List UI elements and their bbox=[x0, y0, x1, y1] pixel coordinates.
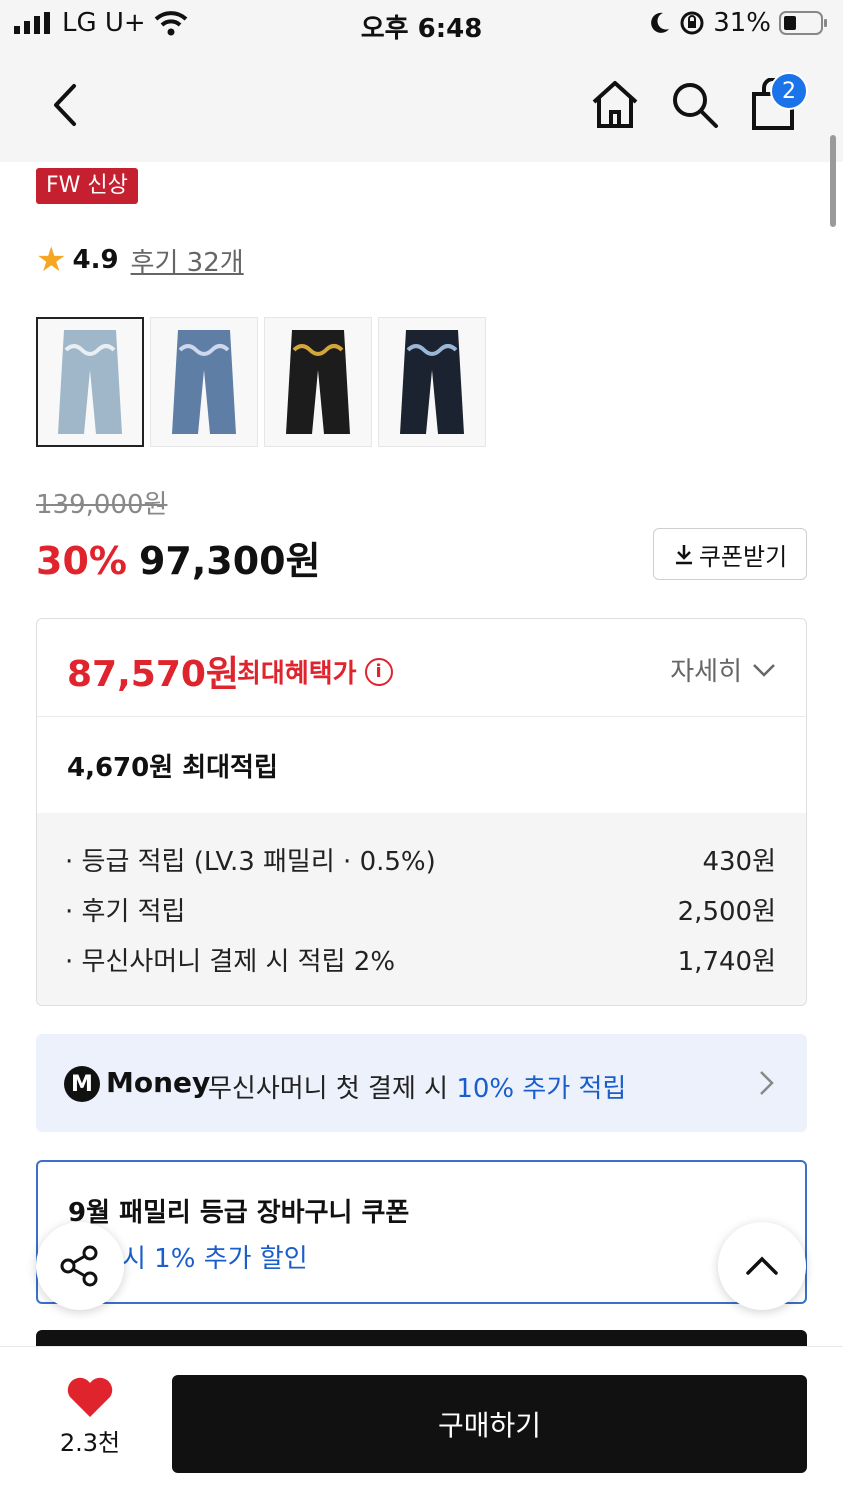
color-option-black-gold[interactable] bbox=[264, 317, 372, 447]
color-option-mid-wash[interactable] bbox=[150, 317, 258, 447]
point-item-label: · 후기 적립 bbox=[65, 897, 186, 927]
back-arrow-icon[interactable] bbox=[44, 80, 88, 130]
coupon-subtitle: 시 1% 추가 할인 bbox=[122, 1244, 308, 1274]
star-icon: ★ bbox=[36, 240, 67, 280]
status-right: 31% bbox=[649, 8, 829, 38]
sale-price-row: 30% 97,300원 bbox=[36, 530, 321, 585]
sale-price: 97,300원 bbox=[138, 539, 321, 583]
battery-icon bbox=[779, 11, 827, 35]
status-bar: LG U+ 오후 6:48 31% bbox=[0, 0, 843, 50]
info-icon[interactable]: i bbox=[364, 657, 393, 686]
coupon-download-label: 쿠폰받기 bbox=[698, 542, 788, 571]
rotation-lock-icon bbox=[680, 11, 704, 35]
point-item-label: · 무신사머니 결제 시 적립 2% bbox=[65, 947, 396, 977]
max-points: 4,670원 최대적립 bbox=[67, 753, 278, 783]
download-icon bbox=[675, 545, 692, 565]
money-brand-name: Money bbox=[106, 1066, 211, 1099]
detail-toggle-label: 자세히 bbox=[670, 657, 742, 687]
share-icon bbox=[60, 1245, 98, 1287]
max-benefit-label: 최대혜택가 bbox=[237, 659, 357, 689]
coupon-download-button[interactable]: 쿠폰받기 bbox=[653, 528, 807, 580]
discount-rate: 30% bbox=[36, 539, 127, 583]
battery-percent: 31% bbox=[713, 8, 771, 38]
chevron-right-icon bbox=[760, 1071, 774, 1095]
musinsa-money-banner[interactable]: M Money 무신사머니 첫 결제 시 10% 추가 적립 bbox=[36, 1034, 807, 1132]
home-icon[interactable] bbox=[588, 78, 642, 132]
jeans-thumbnail-icon bbox=[286, 330, 350, 434]
bottom-action-bar: 2.3천 구매하기 bbox=[0, 1346, 843, 1500]
like-count: 2.3천 bbox=[59, 1429, 121, 1457]
nav-bar bbox=[0, 50, 843, 162]
rating-score: 4.9 bbox=[72, 245, 119, 275]
buy-button[interactable]: 구매하기 bbox=[172, 1375, 807, 1473]
rating-row: ★ 4.9 후기 32개 bbox=[36, 240, 244, 280]
family-coupon-card[interactable]: 9월 패밀리 등급 장바구니 쿠폰 시 1% 추가 할인 bbox=[36, 1160, 807, 1304]
point-item-label: · 등급 적립 (LV.3 패밀리 · 0.5%) bbox=[65, 847, 436, 877]
color-option-navy[interactable] bbox=[378, 317, 486, 447]
max-points-row: 4,670원 최대적립 bbox=[37, 717, 806, 813]
new-season-badge: FW 신상 bbox=[36, 168, 138, 204]
cart-count-badge: 2 bbox=[770, 72, 808, 110]
coupon-title: 9월 패밀리 등급 장바구니 쿠폰 bbox=[68, 1198, 410, 1228]
jeans-thumbnail-icon bbox=[400, 330, 464, 434]
money-logo-icon: M bbox=[64, 1066, 100, 1102]
search-icon[interactable] bbox=[668, 78, 722, 132]
max-benefit-label-wrap: 최대혜택가 i bbox=[237, 653, 393, 690]
chevron-up-icon bbox=[746, 1256, 778, 1275]
point-item-value: 2,500원 bbox=[677, 897, 776, 927]
jeans-thumbnail-icon bbox=[58, 330, 122, 434]
moon-icon bbox=[651, 12, 670, 33]
color-option-light-wash[interactable] bbox=[36, 317, 144, 447]
money-promo-highlight: 10% 추가 적립 bbox=[456, 1074, 627, 1104]
benefit-box: 87,570원 최대혜택가 i 자세히 4,670원 최대적립 · 등급 적립 … bbox=[36, 618, 807, 1006]
jeans-thumbnail-icon bbox=[172, 330, 236, 434]
chevron-down-icon bbox=[753, 663, 775, 677]
scroll-top-button[interactable] bbox=[718, 1222, 806, 1310]
detail-toggle[interactable]: 자세히 bbox=[670, 651, 776, 688]
scrollbar[interactable] bbox=[830, 135, 836, 227]
max-benefit-price: 87,570원 bbox=[67, 654, 240, 695]
point-item-value: 430원 bbox=[702, 847, 776, 877]
color-options bbox=[36, 317, 486, 447]
original-price: 139,000원 bbox=[36, 490, 168, 520]
money-promo-prefix: 무신사머니 첫 결제 시 bbox=[208, 1074, 457, 1104]
like-button[interactable]: 2.3천 bbox=[40, 1377, 140, 1477]
point-item-value: 1,740원 bbox=[677, 947, 776, 977]
share-button[interactable] bbox=[36, 1222, 124, 1310]
money-promo-text: 무신사머니 첫 결제 시 10% 추가 적립 bbox=[208, 1068, 626, 1105]
heart-icon bbox=[67, 1377, 113, 1417]
max-benefit-header: 87,570원 최대혜택가 i 자세히 bbox=[37, 619, 806, 717]
review-count-link[interactable]: 후기 32개 bbox=[131, 242, 244, 279]
points-breakdown: · 등급 적립 (LV.3 패밀리 · 0.5%) 430원 · 후기 적립 2… bbox=[37, 813, 806, 1005]
